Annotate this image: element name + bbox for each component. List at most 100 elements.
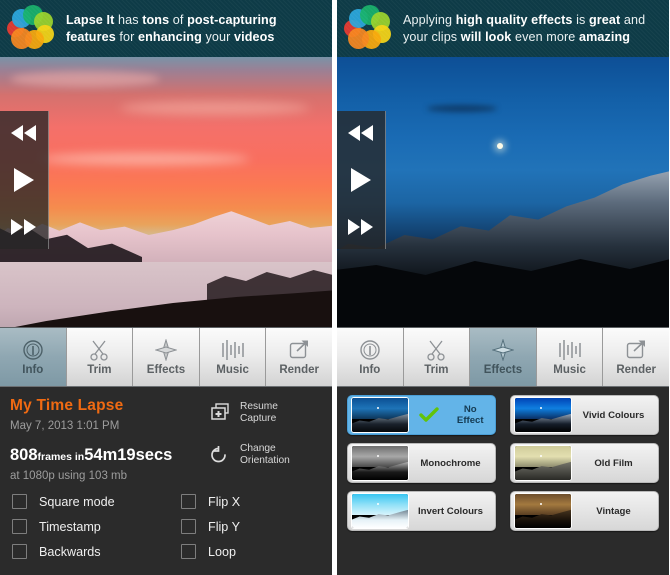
green-check-icon <box>409 407 449 423</box>
effect-invert-colours[interactable]: Invert Colours <box>347 491 496 531</box>
tab-label: Info <box>22 363 44 376</box>
video-preview-right[interactable] <box>337 57 669 327</box>
action-label-line2: Capture <box>240 412 277 424</box>
tab-label: Render <box>279 363 319 376</box>
effect-monochrome[interactable]: Monochrome <box>347 443 496 483</box>
tab-render[interactable]: Render <box>266 328 332 386</box>
moon-icon <box>497 143 503 149</box>
tab-label: Trim <box>87 363 112 376</box>
lapse-it-logo-icon <box>343 3 395 55</box>
screenshot-root: Lapse It has tons of post-capturing feat… <box>0 0 670 575</box>
option-label: Timestamp <box>39 519 101 534</box>
effect-vivid-colours[interactable]: Vivid Colours <box>510 395 659 435</box>
tab-info[interactable]: Info <box>337 328 404 386</box>
change-orientation-button[interactable]: Change Orientation <box>209 443 324 466</box>
promo-line-2: features for enhancing your videos <box>66 29 275 44</box>
option-flip-y[interactable]: Flip Y <box>181 514 322 539</box>
tab-label: Effects <box>146 363 186 376</box>
promo-line-1: Lapse It has tons of post-capturing <box>66 13 277 27</box>
tab-label: Music <box>553 363 586 376</box>
effect-thumbnail <box>514 493 572 529</box>
option-backwards[interactable]: Backwards <box>12 539 153 564</box>
cloud-decor <box>427 105 497 112</box>
tab-music[interactable]: Music <box>536 328 604 386</box>
effect-label: Old Film <box>594 457 633 469</box>
tab-label: Render <box>616 363 656 376</box>
tab-music[interactable]: Music <box>199 328 267 386</box>
info-actions: Resume Capture Change Orientation <box>209 397 324 485</box>
effect-label: Invert Colours <box>417 505 484 517</box>
checkbox[interactable] <box>181 544 196 560</box>
promo-line-1: Applying high quality effects is great a… <box>403 13 646 27</box>
quality-line: at 1080p using 103 mb <box>10 470 128 482</box>
promo-text-left: Lapse It has tons of post-capturing feat… <box>66 12 277 45</box>
rewind-button[interactable] <box>348 124 374 141</box>
option-label: Square mode <box>39 494 115 509</box>
play-button[interactable] <box>14 167 34 192</box>
effect-no-effect[interactable]: No Effect <box>347 395 496 435</box>
play-button[interactable] <box>351 167 371 192</box>
fast-forward-button[interactable] <box>348 219 374 236</box>
promo-banner-right: Applying high quality effects is great a… <box>337 0 669 57</box>
option-square-mode[interactable]: Square mode <box>12 489 153 514</box>
page-title: My Time Lapse <box>10 397 124 414</box>
equalizer-bars-icon <box>221 339 244 360</box>
effect-thumbnail <box>351 493 409 529</box>
action-label-line1: Change <box>240 443 276 455</box>
promo-banner-left: Lapse It has tons of post-capturing feat… <box>0 0 332 57</box>
rewind-button[interactable] <box>11 124 37 141</box>
scissors-icon <box>90 340 109 361</box>
cloud-decor <box>40 153 250 165</box>
rotate-icon <box>211 445 226 463</box>
checkbox[interactable] <box>12 519 27 535</box>
option-flip-x[interactable]: Flip X <box>181 489 322 514</box>
checkbox[interactable] <box>181 519 196 535</box>
tabbar-left: Info Trim Effects Music Render <box>0 327 332 387</box>
effects-grid: No Effect Vivid Colours Monochrome Old F… <box>347 395 659 531</box>
action-label: Resume Capture <box>240 401 278 424</box>
options-column-right: Flip X Flip Y Loop <box>153 489 322 564</box>
add-frames-icon <box>211 402 229 420</box>
checkbox[interactable] <box>12 544 27 560</box>
options-column-left: Square mode Timestamp Backwards <box>12 489 153 564</box>
tab-trim[interactable]: Trim <box>66 328 134 386</box>
export-square-arrow-icon <box>626 340 646 358</box>
action-label-line1: Resume <box>240 401 278 412</box>
tab-info[interactable]: Info <box>0 328 67 386</box>
video-preview-left[interactable] <box>0 57 332 327</box>
effect-vintage[interactable]: Vintage <box>510 491 659 531</box>
export-square-arrow-icon <box>289 340 309 358</box>
tab-render[interactable]: Render <box>603 328 669 386</box>
tabbar-right: Info Trim Effects Music Render <box>337 327 669 387</box>
info-summary: My Time Lapse May 7, 2013 1:01 PM 808fra… <box>0 387 332 485</box>
cloud-decor <box>10 71 160 87</box>
option-label: Backwards <box>39 544 101 559</box>
option-label: Loop <box>208 544 237 559</box>
tab-label: Info <box>359 363 381 376</box>
tab-label: Music <box>216 363 249 376</box>
lapse-it-logo-icon <box>6 3 58 55</box>
tab-effects[interactable]: Effects <box>133 328 200 386</box>
info-circle-icon <box>360 339 380 360</box>
option-loop[interactable]: Loop <box>181 539 322 564</box>
panel-effects: Applying high quality effects is great a… <box>337 0 669 575</box>
checkbox[interactable] <box>12 494 27 510</box>
effect-label: Monochrome <box>420 457 481 469</box>
tab-trim[interactable]: Trim <box>403 328 471 386</box>
frames-line: 808frames in54m19secs <box>10 446 209 465</box>
resume-capture-button[interactable]: Resume Capture <box>209 401 324 424</box>
playback-controls-left <box>0 111 49 249</box>
effect-old-film[interactable]: Old Film <box>510 443 659 483</box>
info-summary-left: My Time Lapse May 7, 2013 1:01 PM 808fra… <box>10 397 209 485</box>
effect-thumbnail <box>351 445 409 481</box>
effect-thumbnail <box>351 397 409 433</box>
duration: 54m19secs <box>84 446 173 464</box>
effects-panel-body: No Effect Vivid Colours Monochrome Old F… <box>337 387 669 575</box>
tab-effects[interactable]: Effects <box>470 328 537 386</box>
fast-forward-button[interactable] <box>11 219 37 236</box>
option-timestamp[interactable]: Timestamp <box>12 514 153 539</box>
checkbox[interactable] <box>181 494 196 510</box>
project-date: May 7, 2013 1:01 PM <box>10 420 120 432</box>
playback-controls-right <box>337 111 386 249</box>
action-label-line2: Orientation <box>240 454 290 466</box>
